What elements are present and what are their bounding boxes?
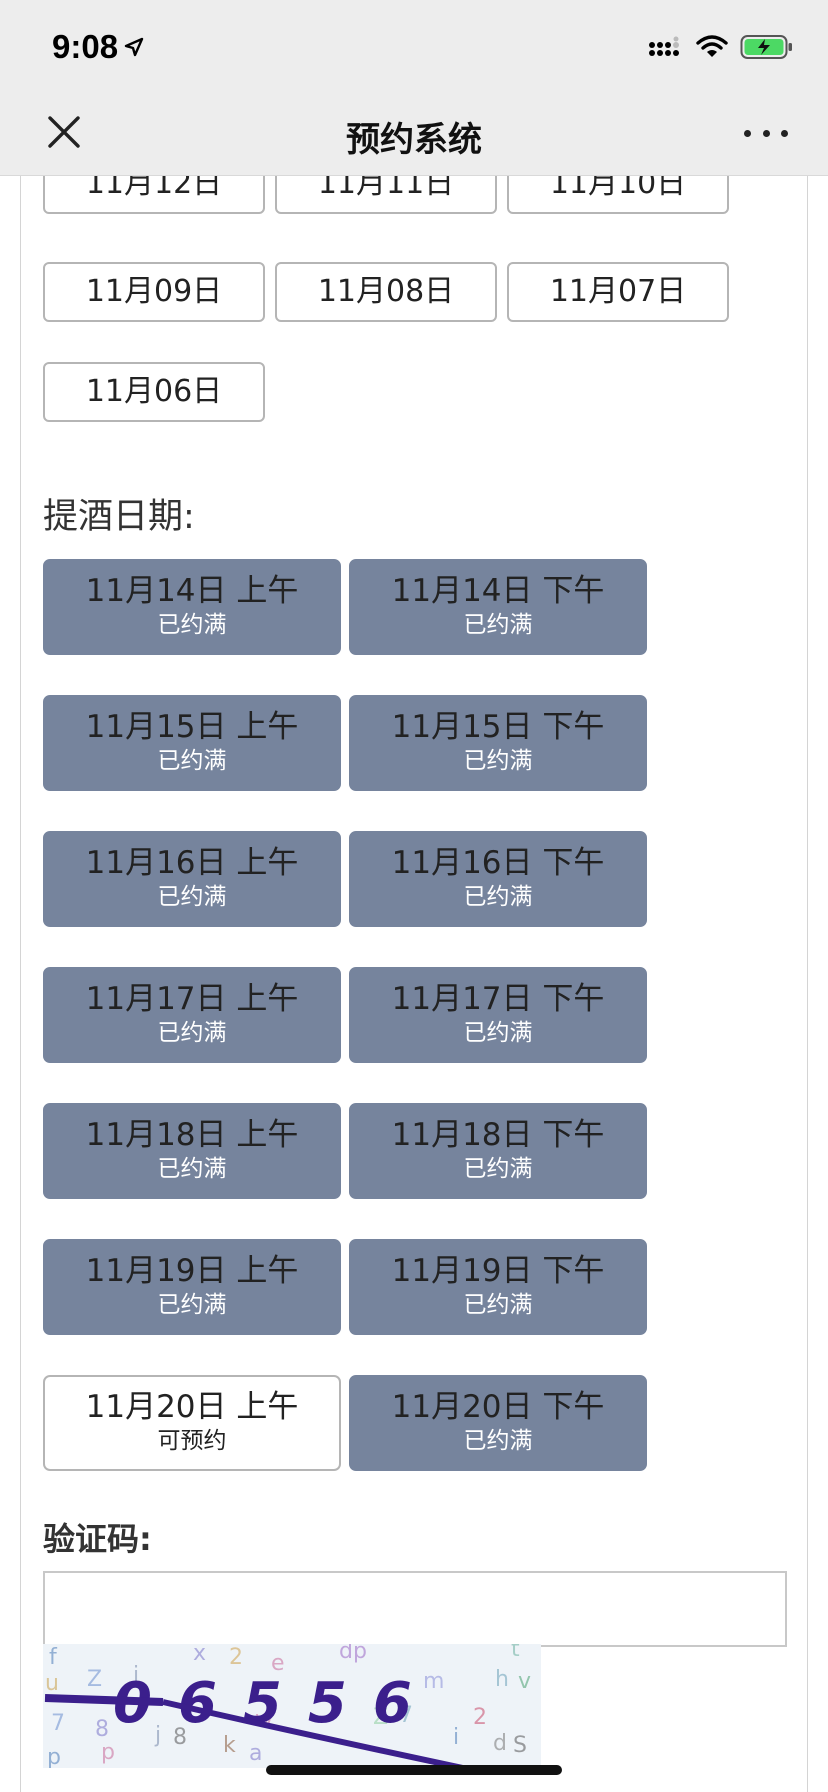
time-slot[interactable]: 11月14日 下午 已约满 xyxy=(349,559,647,655)
svg-text:2: 2 xyxy=(473,1705,487,1730)
slot-status: 已约满 xyxy=(157,612,227,638)
cellular-signal-icon xyxy=(649,36,679,56)
captcha-image[interactable]: f u Z i x 2 e dp m h v t 7 8 p j 8 k a w xyxy=(43,1644,541,1768)
slot-status: 已约满 xyxy=(463,1292,533,1318)
time-slot[interactable]: 11月15日 上午 已约满 xyxy=(43,695,341,791)
time-slot[interactable]: 11月18日 上午 已约满 xyxy=(43,1103,341,1199)
home-indicator xyxy=(266,1765,562,1775)
nav-bar: 预约系统 xyxy=(0,96,828,176)
pickup-date-label: 提酒日期: xyxy=(43,497,195,537)
svg-text:x: x xyxy=(193,1644,206,1666)
status-indicators xyxy=(648,34,794,60)
slot-label: 11月16日 下午 xyxy=(391,845,605,881)
time-slot[interactable]: 11月19日 上午 已约满 xyxy=(43,1239,341,1335)
svg-text:a: a xyxy=(249,1741,262,1766)
date-button[interactable]: 11月10日 xyxy=(507,176,729,214)
slot-label: 11月18日 下午 xyxy=(391,1117,605,1153)
slot-label: 11月14日 下午 xyxy=(391,573,605,609)
time-slot[interactable]: 11月17日 上午 已约满 xyxy=(43,967,341,1063)
time-slot[interactable]: 11月18日 下午 已约满 xyxy=(349,1103,647,1199)
slot-status: 已约满 xyxy=(157,748,227,774)
time-slot[interactable]: 11月16日 上午 已约满 xyxy=(43,831,341,927)
more-menu-icon[interactable] xyxy=(744,118,788,148)
svg-text:7: 7 xyxy=(51,1711,65,1736)
svg-text:Z: Z xyxy=(87,1667,102,1692)
slot-status: 已约满 xyxy=(157,1292,227,1318)
slot-status: 已约满 xyxy=(463,748,533,774)
svg-text:p: p xyxy=(47,1745,61,1768)
slot-label: 11月20日 下午 xyxy=(391,1389,605,1425)
status-bar: 9:08 xyxy=(0,0,828,96)
date-button[interactable]: 11月06日 xyxy=(43,362,265,422)
time-slot[interactable]: 11月14日 上午 已约满 xyxy=(43,559,341,655)
slot-status: 已约满 xyxy=(157,1156,227,1182)
slot-label: 11月17日 上午 xyxy=(85,981,299,1017)
slot-status: 已约满 xyxy=(463,1156,533,1182)
wifi-icon xyxy=(696,35,728,57)
slot-status: 已约满 xyxy=(463,1428,533,1454)
slot-status: 已约满 xyxy=(463,612,533,638)
status-time: 9:08 xyxy=(52,28,144,66)
slot-status: 已约满 xyxy=(463,1020,533,1046)
svg-text:h: h xyxy=(495,1667,509,1692)
slot-label: 11月19日 上午 xyxy=(85,1253,299,1289)
svg-text:S: S xyxy=(513,1733,527,1758)
svg-text:k: k xyxy=(223,1733,236,1758)
status-time-text: 9:08 xyxy=(52,28,119,65)
svg-text:v: v xyxy=(518,1669,531,1694)
time-slot-available[interactable]: 11月20日 上午 可预约 xyxy=(43,1375,341,1471)
svg-text:8: 8 xyxy=(95,1717,109,1742)
battery-charging-icon xyxy=(740,35,792,59)
slot-label: 11月15日 上午 xyxy=(85,709,299,745)
date-button[interactable]: 11月09日 xyxy=(43,262,265,322)
svg-text:i: i xyxy=(453,1725,459,1750)
svg-text:t: t xyxy=(511,1644,520,1662)
booking-content: 11月12日 11月11日 11月10日 11月09日 11月08日 11月07… xyxy=(20,176,808,1792)
captcha-label: 验证码: xyxy=(43,1520,152,1558)
slot-status: 已约满 xyxy=(157,1020,227,1046)
svg-text:2: 2 xyxy=(229,1645,243,1670)
slot-status: 已约满 xyxy=(463,884,533,910)
captcha-input[interactable] xyxy=(43,1571,787,1647)
captcha-graphic: f u Z i x 2 e dp m h v t 7 8 p j 8 k a w xyxy=(43,1644,541,1768)
time-slot[interactable]: 11月17日 下午 已约满 xyxy=(349,967,647,1063)
svg-text:p: p xyxy=(101,1740,115,1765)
slot-status: 已约满 xyxy=(157,884,227,910)
time-slot[interactable]: 11月19日 下午 已约满 xyxy=(349,1239,647,1335)
date-button[interactable]: 11月12日 xyxy=(43,176,265,214)
time-slot[interactable]: 11月16日 下午 已约满 xyxy=(349,831,647,927)
page-title: 预约系统 xyxy=(346,120,482,160)
slot-label: 11月15日 下午 xyxy=(391,709,605,745)
location-arrow-icon xyxy=(124,37,144,57)
slot-label: 11月18日 上午 xyxy=(85,1117,299,1153)
slot-label: 11月14日 上午 xyxy=(85,573,299,609)
time-slot[interactable]: 11月20日 下午 已约满 xyxy=(349,1375,647,1471)
date-button[interactable]: 11月08日 xyxy=(275,262,497,322)
slot-status: 可预约 xyxy=(157,1428,227,1454)
svg-text:d: d xyxy=(493,1731,507,1756)
svg-text:f: f xyxy=(49,1645,58,1670)
slot-label: 11月19日 下午 xyxy=(391,1253,605,1289)
svg-text:u: u xyxy=(45,1671,59,1696)
slot-label: 11月16日 上午 xyxy=(85,845,299,881)
slot-label: 11月17日 下午 xyxy=(391,981,605,1017)
date-button[interactable]: 11月11日 xyxy=(275,176,497,214)
svg-text:dp: dp xyxy=(339,1644,367,1664)
time-slot[interactable]: 11月15日 下午 已约满 xyxy=(349,695,647,791)
slot-label: 11月20日 上午 xyxy=(85,1389,299,1425)
date-button[interactable]: 11月07日 xyxy=(507,262,729,322)
